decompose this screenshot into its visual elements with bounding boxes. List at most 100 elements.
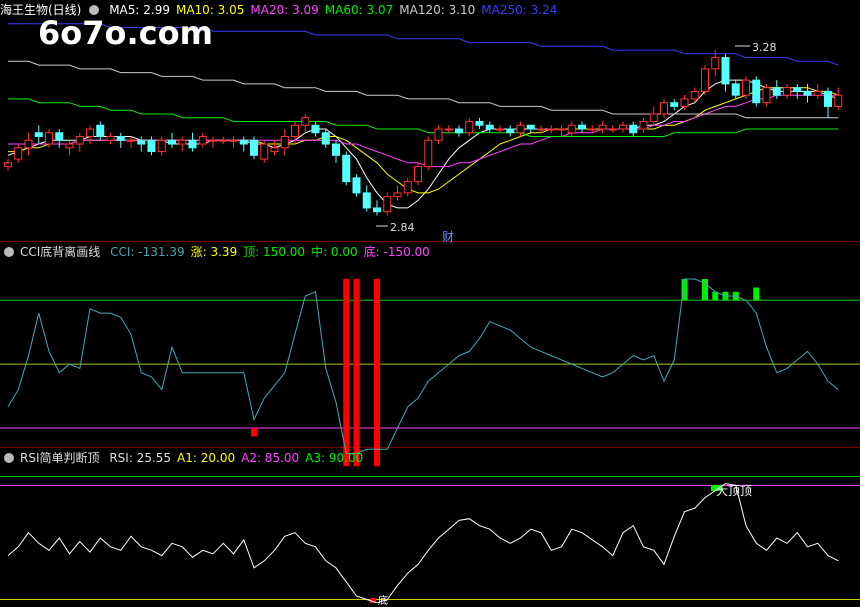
- candle-body: [803, 90, 812, 96]
- finance-badge[interactable]: 财: [442, 228, 454, 245]
- candle-body: [239, 139, 248, 145]
- candle-body: [567, 124, 576, 134]
- candle-body: [834, 94, 843, 107]
- cci-panel-name: CCI底背离画线: [20, 245, 101, 259]
- candle-body: [393, 192, 402, 198]
- candle-body: [96, 124, 105, 138]
- candle-body: [608, 128, 617, 131]
- rsi-indicator-2: A2: 85.00: [241, 451, 300, 465]
- ma-line-ma60: [8, 98, 839, 137]
- candle-body: [127, 139, 135, 142]
- candle-body: [711, 57, 720, 70]
- settings-circle-icon[interactable]: [89, 4, 100, 15]
- candle-body: [373, 207, 381, 213]
- candle-body: [86, 128, 94, 138]
- candle-body: [55, 132, 64, 141]
- candle-body: [45, 132, 53, 145]
- candle-body: [731, 83, 740, 96]
- candle-body: [783, 87, 791, 96]
- candle-body: [188, 139, 197, 149]
- cci-red-bar: [343, 279, 350, 467]
- rsi-top-label: 大顶顶: [716, 484, 753, 498]
- candle-body: [352, 177, 361, 194]
- candle-body: [455, 128, 463, 134]
- candle-body: [321, 132, 330, 145]
- candle-body: [649, 113, 658, 122]
- candle-body: [311, 124, 320, 134]
- main-indicator-5: MA250: 3.24: [481, 3, 558, 17]
- candle-body: [332, 143, 340, 156]
- candle-body: [4, 162, 12, 168]
- settings-circle-icon[interactable]: [4, 452, 14, 463]
- main-indicator-3: MA60: 3.07: [324, 3, 394, 17]
- stock-chart: [0, 23, 860, 603]
- candle-body: [280, 136, 289, 149]
- main-indicator-2: MA20: 3.09: [250, 3, 319, 17]
- candle-body: [414, 166, 422, 183]
- candle-body: [106, 136, 115, 141]
- candle-body: [250, 139, 258, 156]
- cci-indicator-2: 顶: 150.00: [243, 245, 306, 259]
- candle-body: [270, 147, 279, 153]
- cci-red-bar: [251, 427, 257, 437]
- candle-body: [178, 139, 187, 145]
- candle-body: [34, 132, 43, 138]
- rsi-indicator-3: A3: 90.00: [305, 451, 364, 465]
- candle-body: [619, 124, 627, 130]
- candle-body: [793, 87, 802, 92]
- candle-body: [588, 128, 597, 131]
- candle-body: [168, 139, 176, 145]
- cci-indicator-1: 涨: 3.39: [190, 245, 238, 259]
- candle-body: [116, 136, 125, 141]
- candle-body: [598, 124, 607, 130]
- cci-line: [7, 278, 839, 454]
- cci-indicator-3: 中: 0.00: [311, 245, 358, 259]
- candle-body: [762, 87, 771, 104]
- candle-body: [660, 102, 668, 115]
- candle-body: [65, 143, 74, 149]
- candle-body: [721, 57, 730, 85]
- candle-body: [75, 136, 84, 145]
- candle-body: [772, 87, 781, 96]
- candle-body: [670, 102, 679, 107]
- rsi-indicator-0: RSI: 25.55: [109, 451, 172, 465]
- candle-body: [752, 79, 761, 104]
- rsi-line: [7, 483, 839, 603]
- candle-body: [403, 181, 412, 194]
- cci-indicator-0: CCI: -131.39: [110, 245, 185, 259]
- low-price-label: 2.84: [390, 221, 415, 234]
- candle-body: [475, 120, 484, 126]
- rsi-panel-name: RSI简单判断顶: [20, 451, 100, 465]
- candle-body: [198, 136, 207, 145]
- main-panel-header: 海王生物(日线) MA5: 2.99 MA10: 3.05 MA20: 3.09 MA…: [0, 1, 563, 19]
- settings-circle-icon[interactable]: [4, 246, 14, 257]
- candle-body: [465, 120, 474, 134]
- candle-body: [342, 154, 351, 183]
- candle-body: [14, 147, 23, 160]
- candle-body: [639, 120, 648, 130]
- candle-body: [229, 139, 238, 142]
- main-indicator-4: MA120: 3.10: [399, 3, 476, 17]
- candle-body: [537, 128, 545, 131]
- candle-body: [157, 139, 166, 153]
- candle-body: [209, 139, 217, 142]
- cci-panel-header: CCI底背离画线 CCI: -131.39 涨: 3.39 顶: 150.00 中: …: [0, 243, 436, 261]
- candle-body: [578, 124, 586, 130]
- candle-body: [362, 192, 371, 209]
- candle-body: [219, 139, 228, 142]
- candle-body: [690, 90, 699, 100]
- rsi-panel-header: RSI简单判断顶 RSI: 25.55 A1: 20.00 A2: 85.00 A3:…: [0, 449, 369, 467]
- rsi-indicator-1: A1: 20.00: [177, 451, 236, 465]
- watermark: 6o7o.com: [38, 14, 213, 52]
- candle-body: [301, 117, 310, 126]
- candle-body: [485, 124, 494, 130]
- cci-red-bar: [353, 279, 360, 467]
- candle-body: [291, 124, 299, 138]
- candle-body: [506, 128, 515, 134]
- cci-green-bar: [753, 287, 760, 301]
- cci-red-bar: [374, 279, 380, 467]
- candle-body: [444, 128, 453, 131]
- rsi-bottom-label: 底: [378, 596, 388, 607]
- candle-body: [260, 143, 269, 160]
- candle-body: [547, 128, 556, 131]
